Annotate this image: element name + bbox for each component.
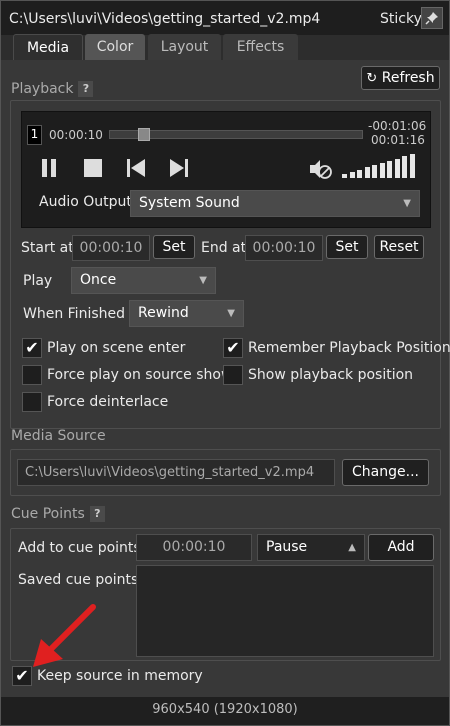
end-set-button[interactable]: Set bbox=[326, 235, 368, 259]
track-number: 1 bbox=[27, 125, 42, 145]
tab-effects[interactable]: Effects bbox=[223, 34, 298, 60]
volume-bar bbox=[342, 174, 347, 178]
mute-icon[interactable] bbox=[309, 158, 333, 180]
keep-source-in-memory-checkbox[interactable]: ✔ bbox=[12, 666, 32, 686]
when-finished-select[interactable]: Rewind ▼ bbox=[129, 300, 244, 327]
cue-points-section-label: Cue Points? bbox=[11, 506, 105, 522]
status-bar: 960x540 (1920x1080) bbox=[1, 697, 449, 725]
title-bar: C:\Users\luvi\Videos\getting_started_v2.… bbox=[1, 1, 449, 35]
volume-bar bbox=[357, 169, 362, 178]
volume-bar bbox=[402, 156, 407, 178]
volume-meter[interactable] bbox=[342, 152, 417, 178]
play-mode-value: Once bbox=[80, 272, 117, 288]
add-to-cue-points-label: Add to cue points bbox=[18, 540, 141, 556]
audio-output-select[interactable]: System Sound ▼ bbox=[130, 190, 420, 217]
pause-icon[interactable] bbox=[40, 158, 58, 178]
tab-color[interactable]: Color bbox=[85, 34, 145, 60]
volume-bar bbox=[387, 160, 392, 178]
next-icon[interactable] bbox=[169, 158, 189, 178]
saved-cue-points-list[interactable] bbox=[136, 565, 434, 657]
saved-cue-points-label: Saved cue points bbox=[18, 572, 139, 588]
add-cue-button[interactable]: Add bbox=[368, 534, 434, 561]
remember-playback-position-checkbox[interactable]: ✔ bbox=[223, 338, 243, 358]
cue-points-title: Cue Points bbox=[11, 506, 85, 522]
force-play-on-source-show-checkbox[interactable] bbox=[22, 365, 42, 385]
seek-handle[interactable] bbox=[138, 128, 150, 141]
force-deinterlace-label: Force deinterlace bbox=[47, 394, 169, 410]
end-at-field[interactable]: 00:00:10 bbox=[245, 235, 323, 261]
when-finished-value: Rewind bbox=[138, 305, 189, 321]
previous-icon[interactable] bbox=[126, 158, 146, 178]
stop-icon[interactable] bbox=[83, 159, 103, 177]
total-time: 00:01:16 bbox=[371, 133, 425, 147]
cue-points-help-icon[interactable]: ? bbox=[89, 506, 105, 522]
reset-button[interactable]: Reset bbox=[374, 235, 424, 259]
force-deinterlace-checkbox[interactable] bbox=[22, 392, 42, 412]
red-arrow-annotation bbox=[33, 604, 96, 667]
remember-playback-position-label: Remember Playback Position bbox=[248, 340, 450, 356]
pin-button[interactable] bbox=[421, 7, 443, 29]
keep-source-in-memory-label: Keep source in memory bbox=[37, 668, 203, 684]
sticky-label: Sticky bbox=[380, 11, 422, 27]
chevron-down-icon: ▼ bbox=[403, 198, 411, 209]
audio-output-value: System Sound bbox=[139, 195, 240, 211]
playback-section-label: Playback? bbox=[11, 81, 94, 97]
play-on-scene-enter-checkbox[interactable]: ✔ bbox=[22, 338, 42, 358]
cue-time-field[interactable]: 00:00:10 bbox=[136, 534, 252, 561]
refresh-label: Refresh bbox=[381, 70, 435, 86]
show-playback-position-checkbox[interactable] bbox=[223, 365, 243, 385]
play-mode-select[interactable]: Once ▼ bbox=[71, 267, 216, 294]
pin-icon bbox=[425, 12, 438, 25]
chevron-up-icon: ▲ bbox=[348, 542, 356, 553]
start-at-field[interactable]: 00:00:10 bbox=[72, 235, 150, 261]
force-play-on-source-show-label: Force play on source show bbox=[47, 367, 233, 383]
remaining-time: -00:01:06 bbox=[368, 119, 427, 133]
volume-bar bbox=[364, 167, 370, 178]
player-controls: 1 00:00:10 -00:01:06 00:01:16 Audio Outp… bbox=[21, 111, 431, 228]
media-source-section-label: Media Source bbox=[11, 428, 106, 444]
chevron-down-icon: ▼ bbox=[199, 275, 207, 286]
volume-bar bbox=[372, 165, 377, 178]
chevron-down-icon: ▼ bbox=[227, 308, 235, 319]
volume-bar bbox=[409, 154, 415, 178]
media-properties-window: C:\Users\luvi\Videos\getting_started_v2.… bbox=[0, 0, 450, 726]
cue-action-select[interactable]: Pause ▲ bbox=[257, 534, 365, 561]
start-set-button[interactable]: Set bbox=[153, 235, 195, 259]
cue-action-value: Pause bbox=[266, 539, 308, 555]
playback-title: Playback bbox=[11, 81, 74, 97]
volume-bar bbox=[349, 171, 355, 178]
play-label: Play bbox=[23, 273, 53, 289]
media-source-path-field[interactable]: C:\Users\luvi\Videos\getting_started_v2.… bbox=[17, 459, 335, 486]
volume-bar bbox=[394, 158, 400, 178]
change-button[interactable]: Change... bbox=[342, 459, 429, 486]
show-playback-position-label: Show playback position bbox=[248, 367, 414, 383]
refresh-icon: ↻ bbox=[366, 71, 378, 86]
current-time: 00:00:10 bbox=[49, 128, 103, 142]
play-on-scene-enter-label: Play on scene enter bbox=[47, 340, 186, 356]
volume-bar bbox=[379, 163, 385, 178]
when-finished-label: When Finished bbox=[23, 306, 126, 322]
playback-help-icon[interactable]: ? bbox=[78, 81, 94, 97]
refresh-button[interactable]: ↻ Refresh bbox=[361, 66, 440, 90]
tab-media[interactable]: Media bbox=[13, 34, 83, 61]
window-title: C:\Users\luvi\Videos\getting_started_v2.… bbox=[9, 11, 321, 27]
start-at-label: Start at bbox=[21, 240, 74, 256]
audio-output-label: Audio Output bbox=[39, 194, 132, 210]
tab-layout[interactable]: Layout bbox=[148, 34, 221, 60]
seek-bar[interactable] bbox=[109, 128, 363, 141]
end-at-label: End at bbox=[201, 240, 247, 256]
